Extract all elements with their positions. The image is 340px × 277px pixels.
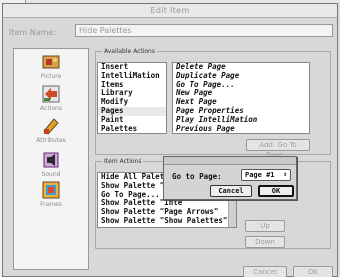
item-name-field[interactable]: Hide Palettes (75, 24, 333, 37)
category-label: Sound (41, 171, 61, 178)
edit-item-dialog: Edit Item Item Name: Hide Palettes Pictu… (2, 3, 338, 277)
popup-cancel-button[interactable]: Cancel (210, 185, 252, 197)
dialog-title: Edit Item (150, 6, 190, 15)
up-button[interactable]: Up (245, 220, 285, 232)
sound-icon (43, 152, 59, 168)
updown-arrow-icon: ↕ (283, 171, 287, 178)
actions-icon (42, 85, 60, 103)
down-button[interactable]: Down (245, 236, 285, 248)
page-select-value: Page #1 (245, 171, 275, 179)
dialog-titlebar[interactable]: Edit Item (3, 4, 337, 18)
list-item[interactable]: Show Palette "Show Palettes" (98, 216, 236, 226)
list-item[interactable]: Palettes (98, 124, 166, 134)
category-actions[interactable]: Actions (14, 85, 88, 112)
item-actions-label: Item Actions (102, 158, 144, 165)
available-actions-label: Available Actions (102, 48, 157, 55)
category-label: Picture (40, 73, 62, 80)
go-to-page-popup: Go to Page: Page #1 ↕ Cancel OK (163, 156, 297, 200)
action-list[interactable]: Delete Page Duplicate Page Go To Page...… (172, 62, 310, 134)
cancel-button[interactable]: Cancel (243, 266, 287, 277)
go-to-page-label: Go to Page: (172, 172, 222, 181)
list-item[interactable]: Previous Page (173, 124, 309, 134)
available-actions-group: Available Actions Insert IntelliMation I… (95, 48, 331, 159)
category-label: Attributes (36, 137, 66, 144)
page-select[interactable]: Page #1 ↕ (241, 169, 291, 181)
popup-titlebar[interactable] (164, 157, 296, 165)
popup-ok-button[interactable]: OK (258, 185, 294, 197)
attributes-icon (43, 118, 59, 135)
category-label: Frames (40, 201, 62, 208)
ok-button[interactable]: OK (293, 266, 333, 277)
add-action-button[interactable]: Add: Go To Page... (246, 139, 310, 159)
picture-icon (42, 55, 60, 69)
category-attributes[interactable]: Attributes (14, 117, 88, 144)
category-frames[interactable]: Frames (14, 181, 88, 208)
item-name-label: Item Name: (9, 28, 57, 37)
category-sound[interactable]: Sound (14, 151, 88, 178)
frames-icon (42, 181, 60, 199)
category-panel: Picture Actions Attributes Sound Frames (13, 48, 89, 270)
category-picture[interactable]: Picture (14, 53, 88, 80)
action-category-list[interactable]: Insert IntelliMation Items Library Modif… (97, 62, 167, 134)
category-label: Actions (40, 105, 62, 112)
